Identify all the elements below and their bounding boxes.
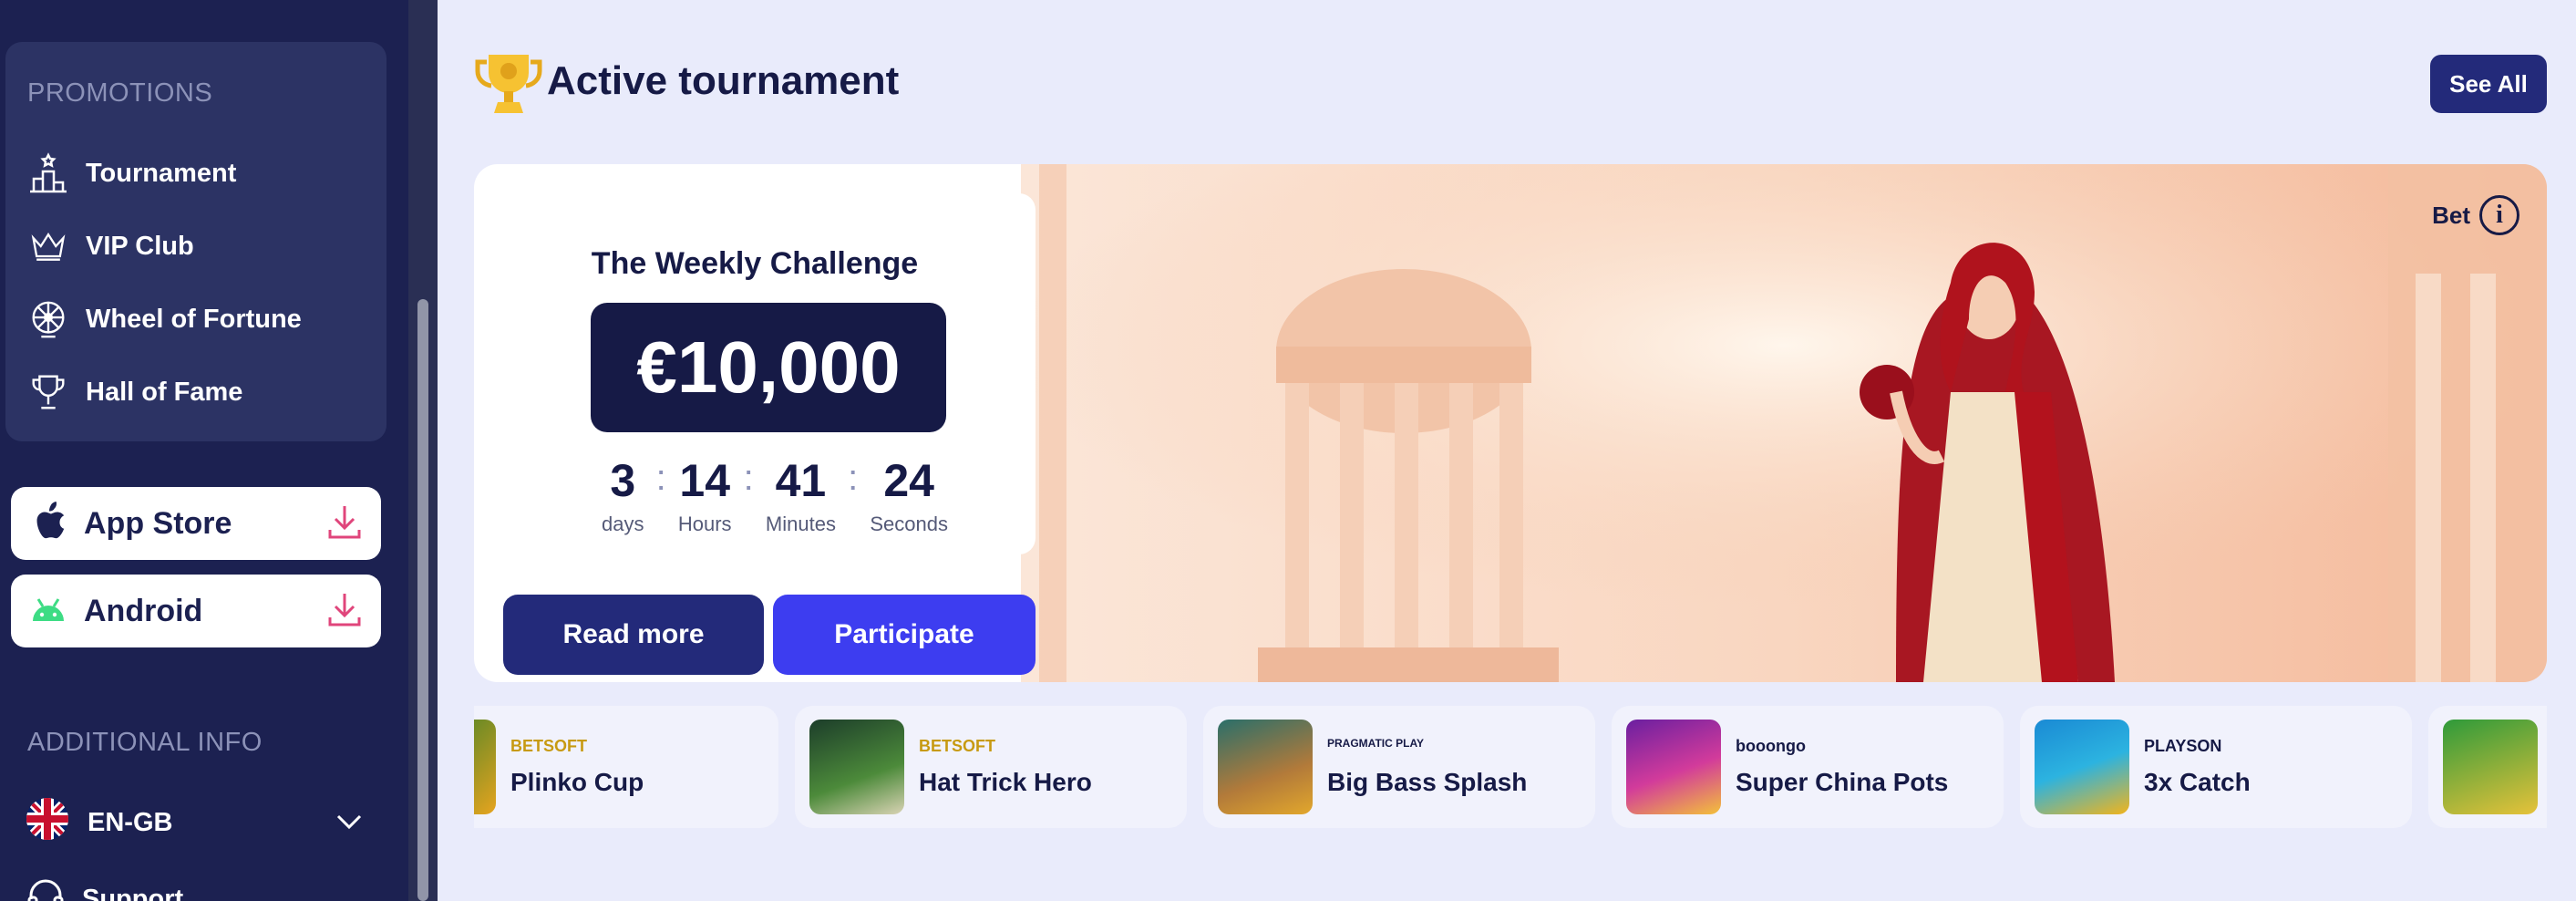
- sidebar-item-hall-of-fame[interactable]: Hall of Fame: [26, 365, 242, 419]
- countdown-value: 24: [883, 455, 934, 506]
- sidebar-item-label: VIP Club: [86, 231, 194, 261]
- sidebar: PROMOTIONS Tournament VIP Club Wheel of …: [0, 0, 408, 901]
- podium-icon: [26, 150, 71, 196]
- game-card[interactable]: PLAYSON 3x Catch: [2020, 706, 2412, 828]
- game-provider: PLAYSON: [2144, 737, 2222, 755]
- game-card[interactable]: PRAGMATIC PLAY Big Bass Splash: [1203, 706, 1595, 828]
- game-thumbnail: [2035, 720, 2129, 814]
- android-label: Android: [84, 593, 203, 628]
- promotions-title: PROMOTIONS: [27, 78, 213, 108]
- language-selector[interactable]: EN-GB: [26, 795, 363, 850]
- trophy-outline-icon: [26, 369, 71, 415]
- game-name: Plinko Cup: [510, 768, 644, 796]
- game-card[interactable]: BETSOFT Hat Trick Hero: [795, 706, 1187, 828]
- crown-icon: [26, 223, 71, 269]
- app-store-button[interactable]: App Store: [11, 487, 381, 560]
- countdown-label: Hours: [677, 513, 732, 535]
- countdown-minutes: 41 Minutes: [766, 458, 836, 536]
- countdown-label: Seconds: [870, 513, 948, 535]
- support-label: Support: [82, 884, 184, 901]
- game-name: Big Bass Splash: [1327, 768, 1528, 796]
- trophy-icon: [474, 49, 543, 119]
- see-all-button[interactable]: See All: [2430, 55, 2547, 113]
- tournament-banner[interactable]: The Weekly Challenge €10,000 3 days : 14…: [474, 164, 2547, 682]
- game-card[interactable]: BETSOFT Plinko Cup: [474, 706, 778, 828]
- countdown-separator: :: [848, 458, 859, 498]
- game-thumbnail: [474, 720, 496, 814]
- sidebar-item-vip-club[interactable]: VIP Club: [26, 219, 194, 274]
- sidebar-item-label: Tournament: [86, 158, 237, 188]
- countdown-label: Minutes: [765, 513, 836, 535]
- wheel-icon: [26, 296, 71, 342]
- app-store-label: App Store: [84, 505, 232, 541]
- game-card[interactable]: booongo Super China Pots: [1612, 706, 2004, 828]
- game-thumbnail: [1626, 720, 1721, 814]
- sidebar-item-label: Wheel of Fortune: [86, 304, 302, 334]
- game-name: Hat Trick Hero: [919, 768, 1092, 796]
- bet-info[interactable]: Bet i: [2432, 195, 2519, 235]
- countdown-separator: :: [655, 458, 666, 498]
- tournament-card: The Weekly Challenge €10,000 3 days : 14…: [474, 193, 1036, 682]
- countdown-timer: 3 days : 14 Hours : 41 Minutes : 24 Seco…: [602, 458, 948, 536]
- prize-amount: €10,000: [591, 303, 946, 432]
- game-thumbnail: [2443, 720, 2538, 814]
- game-card[interactable]: [2428, 706, 2547, 828]
- apple-icon: [29, 501, 67, 547]
- uk-flag-icon: [26, 797, 69, 848]
- game-provider: BETSOFT: [919, 737, 995, 755]
- game-provider: BETSOFT: [510, 737, 587, 755]
- participate-button[interactable]: Participate: [773, 595, 1036, 675]
- tournament-info-box: The Weekly Challenge €10,000 3 days : 14…: [474, 193, 1036, 554]
- countdown-hours: 14 Hours: [678, 458, 732, 536]
- countdown-value: 41: [775, 455, 827, 506]
- tournament-name: The Weekly Challenge: [591, 246, 919, 281]
- countdown-separator: :: [743, 458, 754, 498]
- support-link[interactable]: Support: [26, 875, 183, 901]
- download-icon: [326, 502, 363, 545]
- additional-info-title: ADDITIONAL INFO: [27, 728, 263, 757]
- games-carousel[interactable]: BETSOFT Plinko Cup BETSOFT Hat Trick Her…: [474, 706, 2547, 828]
- game-provider: PRAGMATIC PLAY: [1327, 737, 1425, 750]
- game-provider: booongo: [1736, 737, 1806, 755]
- game-thumbnail: [809, 720, 904, 814]
- headset-icon: [26, 875, 66, 901]
- download-icon: [326, 590, 363, 633]
- sidebar-scrollbar-thumb[interactable]: [417, 299, 428, 901]
- page-title: Active tournament: [547, 58, 900, 103]
- bet-label: Bet: [2432, 201, 2470, 229]
- game-name: Super China Pots: [1736, 768, 1949, 796]
- countdown-seconds: 24 Seconds: [870, 458, 948, 536]
- sidebar-item-label: Hall of Fame: [86, 377, 243, 407]
- countdown-label: days: [602, 513, 644, 535]
- android-icon: [29, 594, 67, 629]
- read-more-button[interactable]: Read more: [503, 595, 764, 675]
- info-icon: i: [2479, 195, 2519, 235]
- game-thumbnail: [1218, 720, 1313, 814]
- sidebar-item-tournament[interactable]: Tournament: [26, 146, 236, 201]
- sidebar-item-wheel-of-fortune[interactable]: Wheel of Fortune: [26, 292, 302, 347]
- language-label: EN-GB: [88, 807, 173, 837]
- countdown-value: 3: [610, 455, 636, 506]
- chevron-down-icon: [335, 808, 363, 838]
- countdown-value: 14: [679, 455, 731, 506]
- countdown-days: 3 days: [602, 458, 644, 536]
- game-name: 3x Catch: [2144, 768, 2251, 796]
- android-button[interactable]: Android: [11, 575, 381, 647]
